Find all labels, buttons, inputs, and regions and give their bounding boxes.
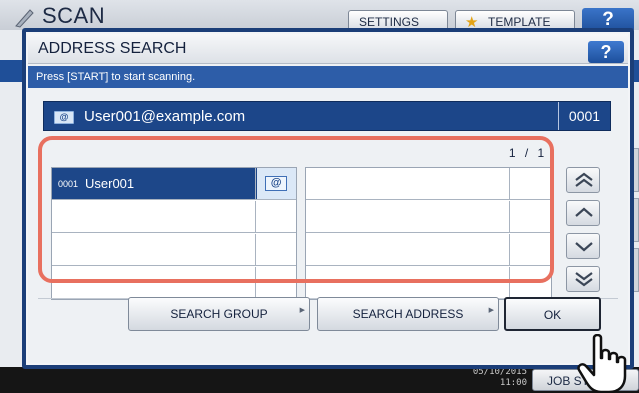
scroll-top-button[interactable] <box>566 167 600 193</box>
date-time-display: 05/10/2015 11:00 <box>455 367 527 389</box>
search-address-button[interactable]: SEARCH ADDRESS ▶ <box>317 297 499 331</box>
chevron-up-icon <box>575 207 593 217</box>
chevron-down-icon <box>575 242 593 252</box>
scroll-up-button[interactable] <box>566 200 600 226</box>
corner-arrow-icon: ▶ <box>299 307 305 314</box>
pointing-hand-icon <box>577 334 627 393</box>
message-bar: Press [START] to start scanning. <box>28 66 628 88</box>
template-button-label: TEMPLATE <box>488 15 551 29</box>
scroll-down-button[interactable] <box>566 233 600 259</box>
scan-app-icon <box>15 9 34 28</box>
background-title: SCAN <box>42 3 106 28</box>
search-address-label: SEARCH ADDRESS <box>352 307 464 321</box>
corner-arrow-icon: ▶ <box>488 307 494 314</box>
settings-button-label: SETTINGS <box>359 15 420 29</box>
destination-count: 0001 <box>558 102 610 130</box>
dialog-title: ADDRESS SEARCH <box>38 40 187 57</box>
double-chevron-down-icon <box>575 272 593 287</box>
background-header: SCAN SETTINGS ★ TEMPLATE ? <box>0 0 639 32</box>
destination-address: User001@example.com <box>84 108 246 125</box>
search-group-button[interactable]: SEARCH GROUP ▶ <box>128 297 310 331</box>
instruction-message: Press [START] to start scanning. <box>36 71 196 83</box>
ok-button[interactable]: OK <box>504 297 601 331</box>
dialog-help-button[interactable]: ? <box>588 41 624 63</box>
time-text: 11:00 <box>499 378 527 388</box>
scroll-bottom-button[interactable] <box>566 266 600 292</box>
destination-bar: @ User001@example.com 0001 <box>43 101 611 131</box>
email-icon: @ <box>54 111 74 124</box>
highlight-annotation <box>38 136 554 283</box>
dialog-title-bar: ADDRESS SEARCH ? <box>28 34 628 64</box>
ok-label: OK <box>543 308 562 322</box>
search-group-label: SEARCH GROUP <box>170 307 268 321</box>
double-chevron-up-icon <box>575 172 593 187</box>
